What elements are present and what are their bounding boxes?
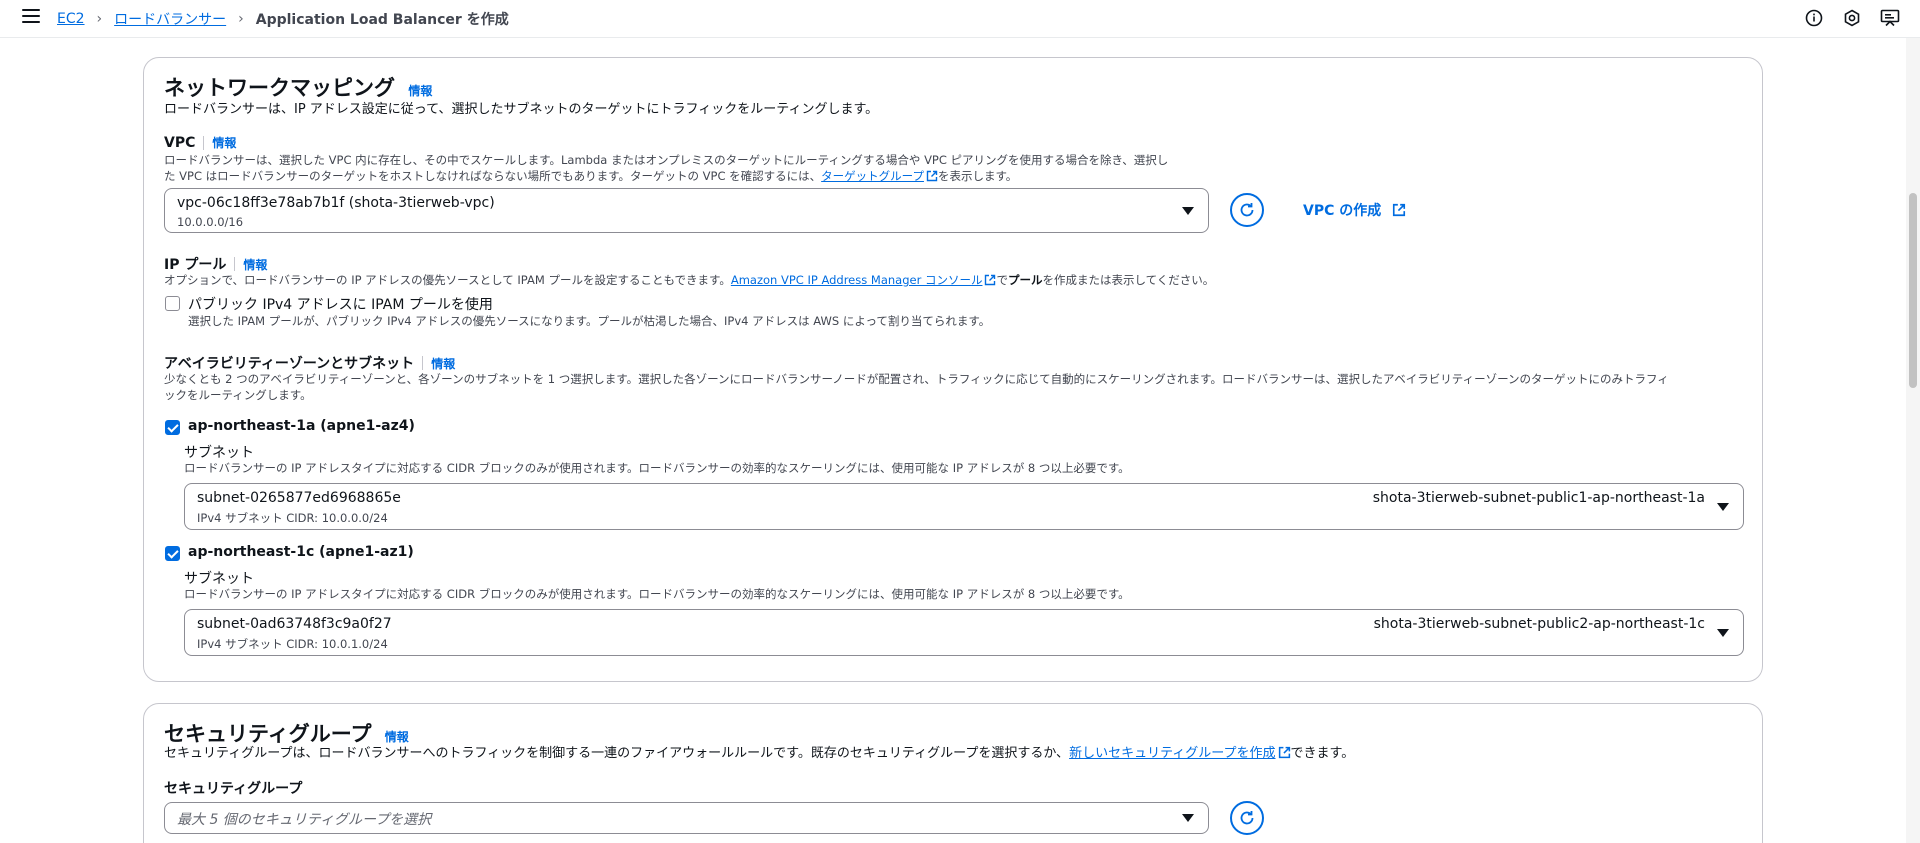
refresh-icon [1240, 203, 1254, 217]
page-scrollbar[interactable] [1906, 38, 1920, 843]
top-navigation-bar: EC2 › ロードバランサー › Application Load Balanc… [0, 0, 1920, 38]
az-description-line1: 少なくとも 2 つのアベイラビリティーゾーンと、各ゾーンのサブネットを 1 つ選… [164, 372, 1669, 386]
vpc-refresh-button[interactable] [1230, 193, 1264, 227]
az-description-line2: ックをルーティングします。 [164, 388, 312, 402]
zone-1c-label[interactable]: ap-northeast-1c (apne1-az1) [188, 544, 414, 560]
breadcrumb-ec2[interactable]: EC2 [57, 11, 85, 27]
zone-1a-subnet-label: サブネット [184, 445, 254, 461]
create-security-group-link[interactable]: 新しいセキュリティグループを作成 [1069, 746, 1275, 761]
external-link-icon [1278, 746, 1290, 759]
network-mapping-heading: ネットワークマッピング 情報 [164, 72, 432, 102]
caret-down-icon [1182, 814, 1194, 822]
security-groups-description: セキュリティグループは、ロードバランサーへのトラフィックを制御する一連のファイア… [164, 746, 1354, 762]
az-description: 少なくとも 2 つのアベイラビリティーゾーンと、各ゾーンのサブネットを 1 つ選… [164, 371, 1724, 403]
az-label: アベイラビリティーゾーンとサブネット [164, 356, 415, 372]
az-info-link[interactable]: 情報 [431, 355, 455, 372]
security-groups-title: セキュリティグループ [164, 722, 372, 746]
security-groups-info-link[interactable]: 情報 [385, 730, 409, 744]
vpc-cidr: 10.0.0.0/16 [177, 215, 244, 229]
zone-1c-subnet-cidr: IPv4 サブネット CIDR: 10.0.1.0/24 [197, 637, 388, 651]
zone-1a-subnet-select[interactable]: subnet-0265877ed6968865e IPv4 サブネット CIDR… [184, 483, 1744, 530]
ipam-pool-checkbox[interactable] [165, 296, 180, 311]
chevron-right-icon: › [96, 11, 103, 27]
ipam-console-link[interactable]: Amazon VPC IP Address Manager コンソール [731, 273, 983, 287]
caret-down-icon [1182, 207, 1194, 215]
vpc-info-link[interactable]: 情報 [212, 134, 236, 151]
network-mapping-title: ネットワークマッピング [164, 76, 395, 100]
breadcrumb-load-balancers[interactable]: ロードバランサー [114, 9, 226, 29]
chevron-right-icon: › [238, 11, 244, 27]
security-desc-post: できます。 [1290, 746, 1355, 761]
breadcrumb-current: Application Load Balancer を作成 [255, 12, 509, 28]
ipam-pool-checkbox-description: 選択した IPAM プールが、パブリック IPv4 アドレスの優先ソースになりま… [188, 314, 991, 328]
zone-1a-label[interactable]: ap-northeast-1a (apne1-az4) [188, 418, 415, 434]
external-link-icon [1393, 203, 1406, 217]
caret-down-icon [1717, 503, 1729, 511]
zone-1a-subnet-name: shota-3tierweb-subnet-public1-ap-northea… [1372, 490, 1705, 506]
ip-pool-label-row: IP プール 情報 [164, 254, 267, 274]
breadcrumb: EC2 › ロードバランサー › Application Load Balanc… [57, 9, 509, 29]
vpc-select[interactable]: vpc-06c18ff3e78ab7b1f (shota-3tierweb-vp… [164, 188, 1209, 233]
vpc-desc-post: を表示します。 [937, 169, 1018, 183]
vpc-description-line2: た VPC はロードバランサーのターゲットをホストしなければならない場所でもあり… [164, 168, 1224, 184]
menu-icon[interactable] [22, 9, 40, 25]
vpc-description-line1: ロードバランサーは、選択した VPC 内に存在し、その中でスケールします。Lam… [164, 153, 1169, 167]
vpc-label: VPC [164, 134, 196, 151]
security-desc-pre: セキュリティグループは、ロードバランサーへのトラフィックを制御する一連のファイア… [164, 746, 1070, 761]
vpc-label-row: VPC 情報 [164, 134, 236, 151]
vpc-description: ロードバランサーは、選択した VPC 内に存在し、その中でスケールします。Lam… [164, 152, 1224, 184]
info-icon[interactable] [1804, 8, 1824, 28]
zone-1c-subnet-id: subnet-0ad63748f3c9a0f27 [197, 616, 392, 632]
scrollbar-thumb[interactable] [1909, 193, 1917, 388]
external-link-icon [926, 170, 938, 182]
security-groups-placeholder: 最大 5 個のセキュリティグループを選択 [177, 812, 432, 828]
zone-1c-subnet-label: サブネット [184, 571, 254, 587]
zone-1c-subnet-description: ロードバランサーの IP アドレスタイプに対応する CIDR ブロックのみが使用… [184, 587, 1130, 601]
create-vpc-label: VPC の作成 [1303, 203, 1382, 219]
network-mapping-description: ロードバランサーは、IP アドレス設定に従って、選択したサブネットのターゲットに… [164, 102, 879, 117]
ip-pool-desc-post: を作成または表示してください。 [1042, 273, 1215, 287]
az-label-row: アベイラビリティーゾーンとサブネット 情報 [164, 353, 455, 373]
ipam-pool-checkbox-label[interactable]: パブリック IPv4 アドレスに IPAM プールを使用 [188, 294, 493, 314]
zone-1c-subnet-name: shota-3tierweb-subnet-public2-ap-northea… [1373, 616, 1705, 632]
feedback-icon[interactable] [1880, 8, 1900, 28]
target-group-link[interactable]: ターゲットグループ [821, 169, 924, 183]
network-mapping-panel: ネットワークマッピング 情報 ロードバランサーは、IP アドレス設定に従って、選… [143, 57, 1763, 682]
zone-1c-subnet-select[interactable]: subnet-0ad63748f3c9a0f27 IPv4 サブネット CIDR… [184, 609, 1744, 656]
zone-1a-subnet-description: ロードバランサーの IP アドレスタイプに対応する CIDR ブロックのみが使用… [184, 461, 1130, 475]
create-vpc-link[interactable]: VPC の作成 [1303, 200, 1406, 220]
ip-pool-label: IP プール [164, 257, 227, 273]
vpc-desc-pre: た VPC はロードバランサーのターゲットをホストしなければならない場所でもあり… [164, 169, 822, 183]
ip-pool-description: オプションで、ロードバランサーの IP アドレスの優先ソースとして IPAM プ… [164, 272, 1214, 288]
network-mapping-info-link[interactable]: 情報 [408, 84, 432, 98]
zone-1a-subnet-cidr: IPv4 サブネット CIDR: 10.0.0.0/24 [197, 511, 388, 525]
ip-pool-desc-pre: オプションで、ロードバランサーの IP アドレスの優先ソースとして IPAM プ… [164, 273, 731, 287]
security-groups-label: セキュリティグループ [164, 781, 303, 797]
ip-pool-info-link[interactable]: 情報 [243, 256, 267, 273]
refresh-icon [1240, 811, 1254, 825]
zone-1a-subnet-id: subnet-0265877ed6968865e [197, 490, 401, 506]
vpc-selected-value: vpc-06c18ff3e78ab7b1f (shota-3tierweb-vp… [177, 195, 495, 211]
ip-pool-desc-bold: プール [1007, 273, 1043, 287]
caret-down-icon [1717, 629, 1729, 637]
security-groups-panel: セキュリティグループ 情報 セキュリティグループは、ロードバランサーへのトラフィ… [143, 703, 1763, 843]
security-groups-select[interactable]: 最大 5 個のセキュリティグループを選択 [164, 802, 1209, 834]
ip-pool-desc-mid: で [996, 273, 1008, 287]
security-groups-refresh-button[interactable] [1230, 801, 1264, 835]
settings-icon[interactable] [1842, 8, 1862, 28]
zone-1a-checkbox[interactable] [165, 420, 180, 435]
top-icons [1804, 8, 1900, 28]
zone-1c-checkbox[interactable] [165, 546, 180, 561]
external-link-icon [985, 274, 996, 286]
security-groups-heading: セキュリティグループ 情報 [164, 718, 409, 748]
